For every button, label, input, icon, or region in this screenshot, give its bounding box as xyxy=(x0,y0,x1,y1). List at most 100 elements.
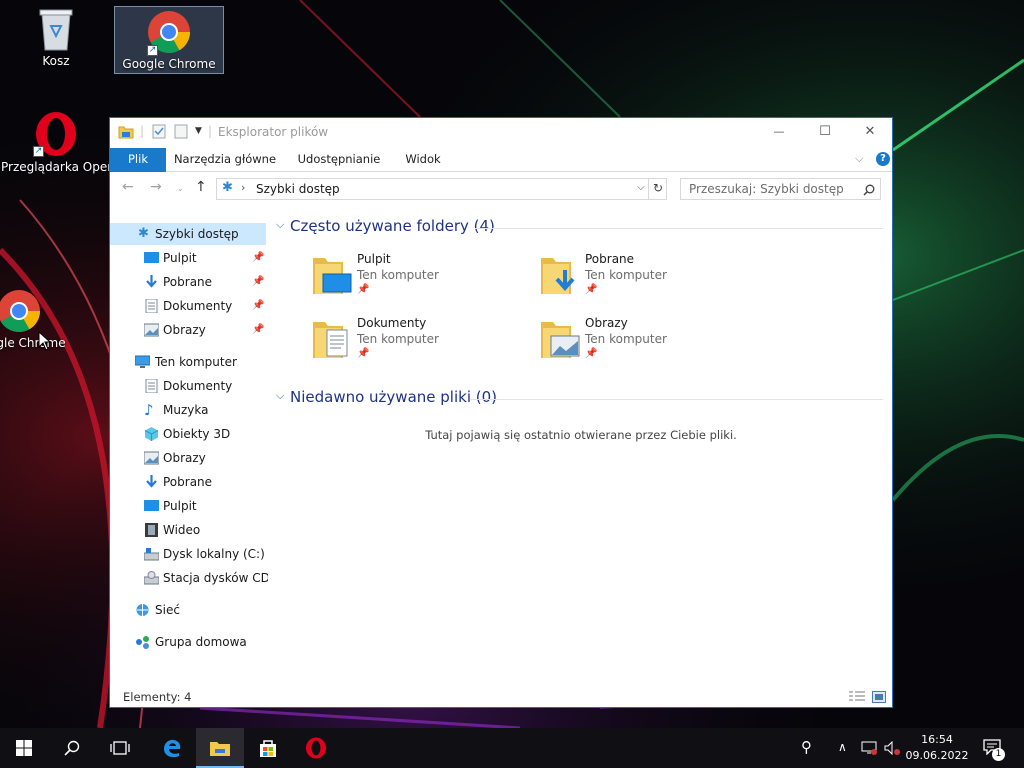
nav-item-pc-documents[interactable]: Dokumenty xyxy=(110,375,266,397)
edge-icon xyxy=(164,739,181,758)
empty-recent-message: Tutaj pojawią się ostatnio otwierane prz… xyxy=(425,428,737,442)
nav-item-desktop[interactable]: Pulpit 📌 xyxy=(110,247,266,269)
taskbar-opera[interactable] xyxy=(292,728,340,768)
collapse-group-icon[interactable]: ⌵ xyxy=(276,218,284,232)
file-explorer-window: | ▼ | Eksplorator plików — ☐ ✕ Plik Narz… xyxy=(109,117,893,708)
breadcrumb-separator-icon: › xyxy=(241,181,246,194)
forward-arrow-icon[interactable]: → xyxy=(150,179,162,195)
folder-name: Pulpit xyxy=(357,252,391,266)
nav-item-network[interactable]: Sieć xyxy=(110,599,266,621)
folder-tile-desktop[interactable]: Pulpit Ten komputer 📌 xyxy=(311,252,511,302)
taskbar-file-explorer[interactable] xyxy=(196,728,244,768)
nav-item-downloads[interactable]: Pobrane 📌 xyxy=(110,271,266,293)
folder-name: Dokumenty xyxy=(357,316,427,330)
nav-item-3d-objects[interactable]: Obiekty 3D xyxy=(110,423,266,445)
address-bar-row: ← → ⌄ ↑ ✱ › Szybki dostęp ⌵ ↻ Przeszukaj… xyxy=(110,173,892,203)
nav-item-pc-pictures[interactable]: Obrazy xyxy=(110,447,266,469)
large-icons-view-icon[interactable] xyxy=(872,691,886,703)
desktop-icon-label: Google Chrome xyxy=(122,57,216,71)
mouse-cursor-icon xyxy=(38,331,52,351)
computer-icon xyxy=(135,355,150,368)
task-view-button[interactable] xyxy=(96,728,144,768)
divider xyxy=(475,228,883,229)
action-center-button[interactable]: 1 xyxy=(980,736,1006,761)
address-field[interactable]: ✱ › Szybki dostęp ⌵ xyxy=(216,178,667,200)
tab-file[interactable]: Plik xyxy=(110,148,166,172)
film-icon xyxy=(145,523,158,537)
start-button[interactable] xyxy=(0,728,48,768)
new-folder-icon[interactable] xyxy=(174,124,188,139)
pin-icon[interactable]: 📌 xyxy=(252,319,264,341)
close-button[interactable]: ✕ xyxy=(847,118,893,147)
folder-tile-pictures[interactable]: Obrazy Ten komputer 📌 xyxy=(539,316,739,366)
chevron-down-icon[interactable]: ▼ xyxy=(195,126,202,136)
maximize-button[interactable]: ☐ xyxy=(802,118,848,147)
shortcut-arrow-icon: ↗ xyxy=(147,45,158,56)
nav-item-homegroup[interactable]: Grupa domowa xyxy=(110,631,266,653)
collapse-group-icon[interactable]: ⌵ xyxy=(276,389,284,403)
help-icon[interactable]: ? xyxy=(876,152,890,166)
folder-location: Ten komputer xyxy=(585,268,667,282)
desktop-folder-icon xyxy=(313,258,352,294)
nav-item-music[interactable]: ♪ Muzyka xyxy=(110,399,266,421)
folder-tile-documents[interactable]: Dokumenty Ten komputer 📌 xyxy=(311,316,511,366)
up-arrow-icon[interactable]: ↑ xyxy=(195,179,207,195)
desktop-icon-opera[interactable]: ↗ Przeglądarka Opera xyxy=(1,110,120,174)
nav-item-pc-desktop[interactable]: Pulpit xyxy=(110,495,266,517)
recent-locations-icon[interactable]: ⌄ xyxy=(177,184,184,193)
tab-view[interactable]: Widok xyxy=(396,148,450,172)
system-clock[interactable]: 16:54 09.06.2022 xyxy=(904,732,970,764)
tab-home[interactable]: Narzędzia główne xyxy=(172,148,278,172)
nav-item-cd-drive[interactable]: Stacja dysków CD (D:) xyxy=(110,567,268,589)
folder-location: Ten komputer xyxy=(357,332,439,346)
back-arrow-icon[interactable]: ← xyxy=(122,179,134,195)
quick-access-star-icon: ✱ xyxy=(138,226,149,241)
details-view-icon[interactable] xyxy=(849,691,865,703)
network-status-icon[interactable] xyxy=(861,741,877,755)
nav-item-pictures[interactable]: Obrazy 📌 xyxy=(110,319,266,341)
pin-icon: 📌 xyxy=(585,348,598,359)
nav-item-label: Wideo xyxy=(163,523,201,537)
properties-icon[interactable] xyxy=(152,124,166,139)
nav-item-quick-access[interactable]: ✱ Szybki dostęp xyxy=(110,223,266,245)
nav-item-pc-downloads[interactable]: Pobrane xyxy=(110,471,266,493)
nav-item-documents[interactable]: Dokumenty 📌 xyxy=(110,295,266,317)
cd-drive-icon xyxy=(144,571,159,585)
search-button[interactable] xyxy=(48,728,96,768)
taskbar-store[interactable] xyxy=(244,728,292,768)
desktop-icon xyxy=(144,252,159,263)
volume-muted-icon[interactable] xyxy=(884,741,900,755)
recent-files-header[interactable]: Niedawno używane pliki (0) xyxy=(290,388,497,406)
show-hidden-icons-chevron-icon[interactable]: ∧ xyxy=(838,740,847,754)
breadcrumb: Szybki dostęp xyxy=(256,182,340,196)
search-input[interactable]: Przeszukaj: Szybki dostęp xyxy=(680,178,881,200)
desktop-icon-chrome[interactable]: ↗ Google Chrome xyxy=(114,6,224,74)
tab-share[interactable]: Udostępnianie xyxy=(292,148,386,172)
nav-item-label: Obrazy xyxy=(163,451,206,465)
desktop-icon-recycle-bin[interactable]: Kosz xyxy=(1,6,111,68)
frequent-folders-header[interactable]: Często używane foldery (4) xyxy=(290,217,495,235)
expand-ribbon-icon[interactable]: ⌵ xyxy=(855,152,863,166)
nav-item-label: Muzyka xyxy=(163,403,209,417)
refresh-button[interactable]: ↻ xyxy=(648,178,667,200)
documents-folder-icon xyxy=(313,322,348,358)
quick-access-star-icon: ✱ xyxy=(222,180,233,195)
nav-item-label: Sieć xyxy=(155,603,180,617)
minimize-button[interactable]: — xyxy=(756,118,802,147)
pin-icon[interactable]: 📌 xyxy=(252,247,264,269)
nav-item-videos[interactable]: Wideo xyxy=(110,519,266,541)
folder-location: Ten komputer xyxy=(357,268,439,282)
search-icon xyxy=(64,740,80,756)
address-dropdown-icon[interactable]: ⌵ xyxy=(637,182,645,193)
taskbar-edge[interactable] xyxy=(148,728,196,768)
pin-icon[interactable]: 📌 xyxy=(252,271,264,293)
nav-item-label: Pobrane xyxy=(163,275,213,289)
title-bar[interactable]: | ▼ | Eksplorator plików — ☐ ✕ xyxy=(110,118,892,148)
picture-icon xyxy=(144,451,159,465)
folder-tile-downloads[interactable]: Pobrane Ten komputer 📌 xyxy=(539,252,739,302)
pin-icon[interactable]: 📌 xyxy=(252,295,264,317)
nav-item-this-pc[interactable]: Ten komputer xyxy=(110,351,266,373)
nav-item-local-disk[interactable]: Dysk lokalny (C:) xyxy=(110,543,266,565)
desktop-icon-chrome-dragged[interactable]: Google Chrome xyxy=(0,288,74,350)
people-icon[interactable]: ⚲ xyxy=(801,738,812,756)
